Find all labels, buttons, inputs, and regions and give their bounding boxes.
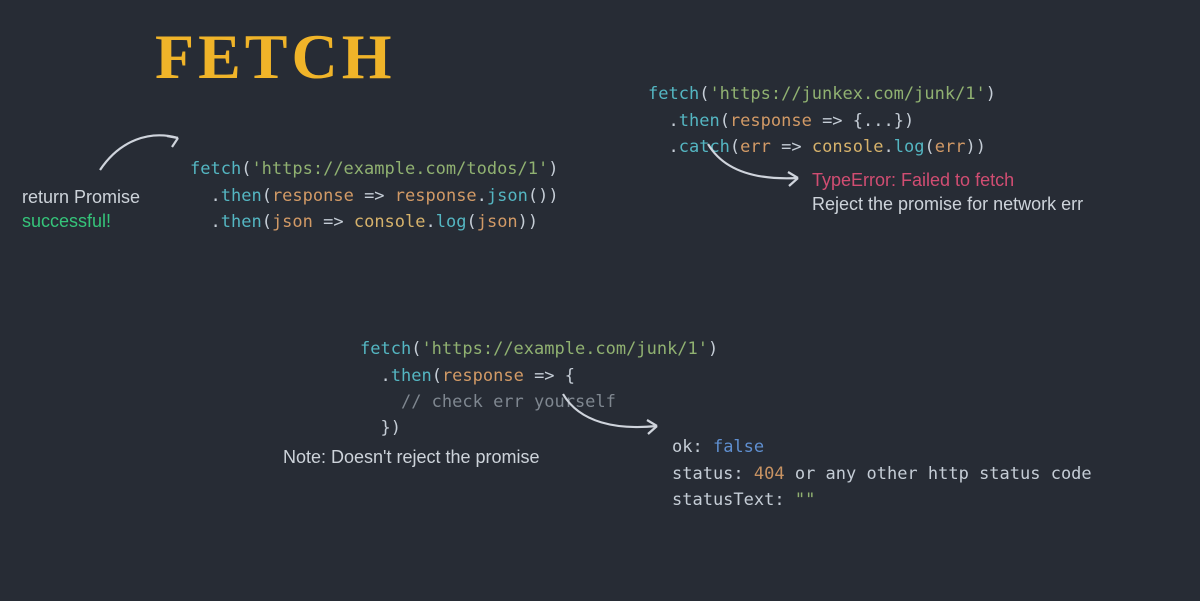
arrow-icon (90, 120, 190, 180)
response-properties: ok: false status: 404 or any other http … (672, 408, 1092, 513)
code-block-http-error: fetch('https://example.com/junk/1') .the… (360, 310, 718, 442)
page-title: FETCH (155, 20, 395, 94)
annotation-line: successful! (22, 211, 111, 231)
annotation-line: Note: Doesn't reject the promise (283, 447, 540, 467)
annotation-line: TypeError: Failed to fetch (812, 170, 1014, 190)
annotation-line: Reject the promise for network err (812, 194, 1083, 214)
annotation-no-reject: Note: Doesn't reject the promise (283, 445, 540, 469)
annotation-line: return Promise (22, 187, 140, 207)
annotation-network-error: TypeError: Failed to fetch Reject the pr… (812, 168, 1083, 217)
code-block-network-error: fetch('https://junkex.com/junk/1') .then… (648, 55, 996, 160)
code-block-success: fetch('https://example.com/todos/1') .th… (190, 130, 559, 235)
annotation-success: return Promise successful! (22, 185, 140, 234)
